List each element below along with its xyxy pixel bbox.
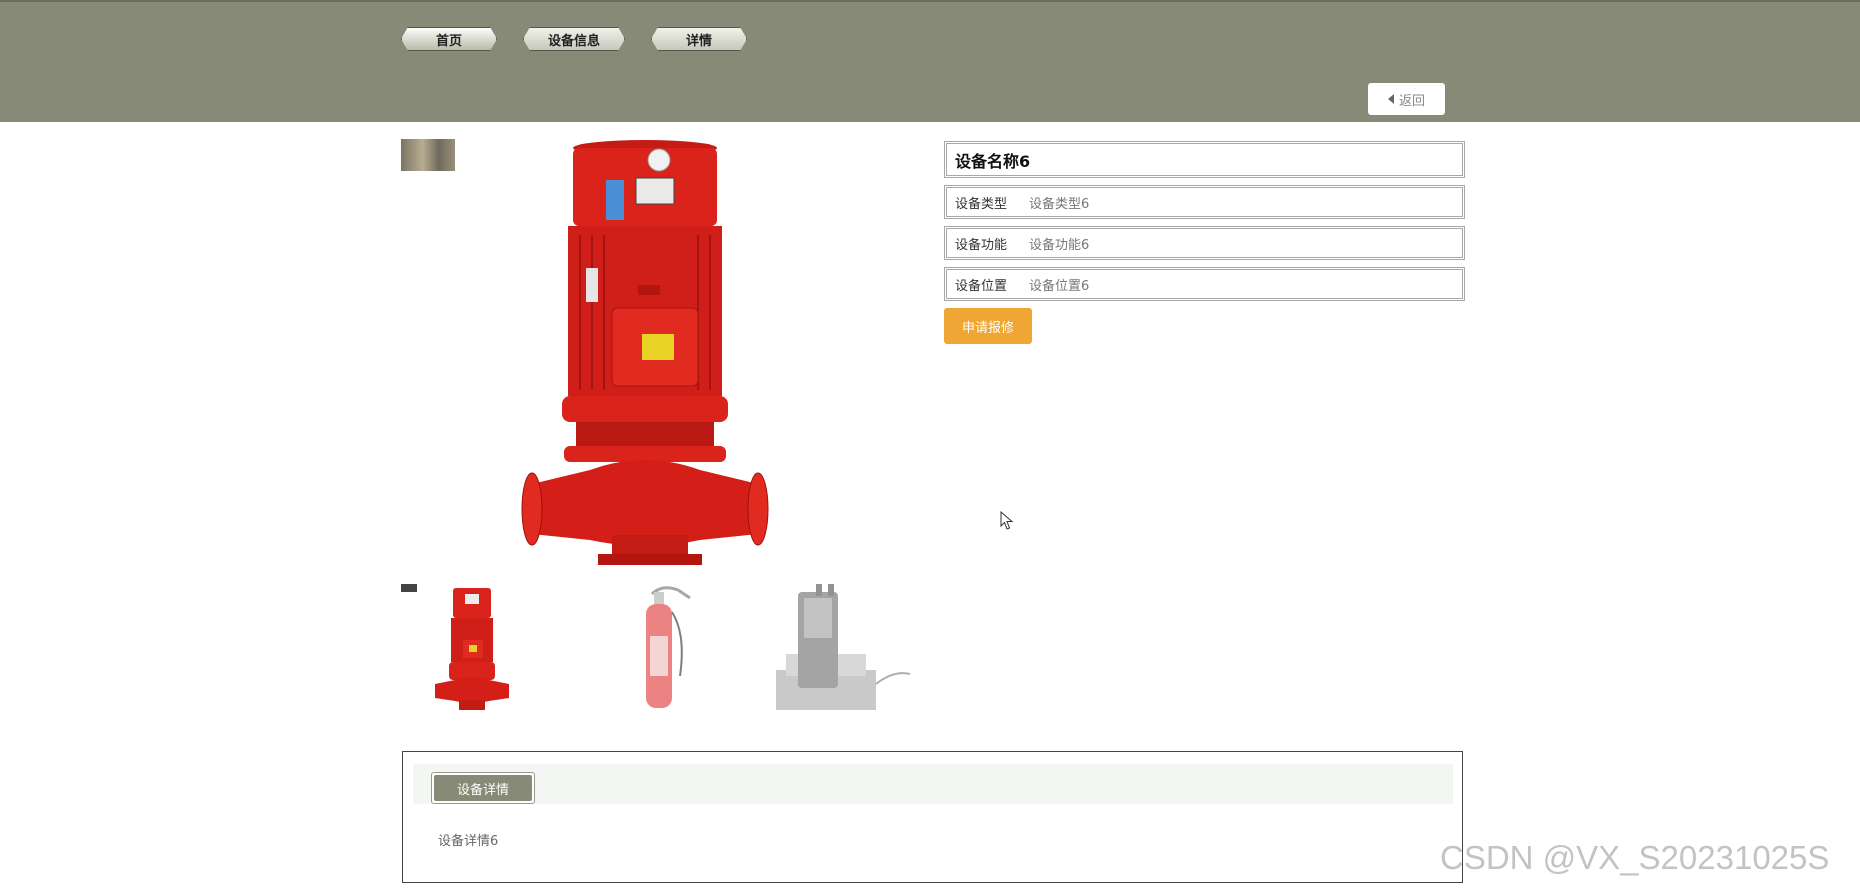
small-photo-thumbnail[interactable] — [401, 139, 455, 171]
tiny-thumbnail-marker — [401, 584, 417, 592]
device-type-value: 设备类型6 — [1029, 196, 1090, 212]
caret-left-icon — [1387, 94, 1394, 104]
detail-tab-bar — [413, 764, 1453, 804]
mouse-cursor-icon — [1000, 511, 1014, 530]
device-type-label: 设备类型 — [955, 196, 1008, 212]
top-header-bar: 首页 设备信息 详情 返回 — [0, 0, 1860, 122]
device-name-row: 设备名称6 — [944, 141, 1465, 178]
watermark: CSDN @VX_S20231025S — [1440, 839, 1830, 876]
device-name: 设备名称6 — [955, 151, 1031, 171]
nav-tab-detail[interactable]: 详情 — [651, 27, 747, 51]
tab-device-detail[interactable]: 设备详情 — [431, 772, 535, 804]
nav-tab-home[interactable]: 首页 — [401, 27, 497, 51]
device-info-panel: 设备名称6 设备类型 设备类型6 设备功能 设备功能6 设备位置 设备位置6 申… — [944, 141, 1465, 344]
device-function-row: 设备功能 设备功能6 — [944, 226, 1465, 260]
main-nav: 首页 设备信息 详情 — [401, 27, 747, 51]
thumbnail-radio-charger[interactable] — [776, 584, 911, 710]
tab-device-detail-label: 设备详情 — [434, 775, 532, 801]
main-product-image — [521, 140, 769, 565]
device-location-value: 设备位置6 — [1029, 278, 1090, 294]
thumbnail-strip — [401, 584, 911, 710]
apply-repair-button[interactable]: 申请报修 — [944, 308, 1032, 344]
device-function-label: 设备功能 — [955, 237, 1008, 253]
device-location-label: 设备位置 — [955, 278, 1008, 294]
device-location-row: 设备位置 设备位置6 — [944, 267, 1465, 301]
device-detail-section: 设备详情 设备详情6 — [402, 751, 1463, 883]
device-detail-text: 设备详情6 — [438, 834, 499, 849]
back-button[interactable]: 返回 — [1368, 83, 1445, 115]
device-type-row: 设备类型 设备类型6 — [944, 185, 1465, 219]
device-function-value: 设备功能6 — [1029, 237, 1090, 253]
thumbnail-fire-extinguisher[interactable] — [626, 584, 696, 710]
thumbnail-fire-pump[interactable] — [431, 584, 513, 710]
back-button-label: 返回 — [1398, 93, 1425, 109]
nav-tab-device-info[interactable]: 设备信息 — [523, 27, 625, 51]
